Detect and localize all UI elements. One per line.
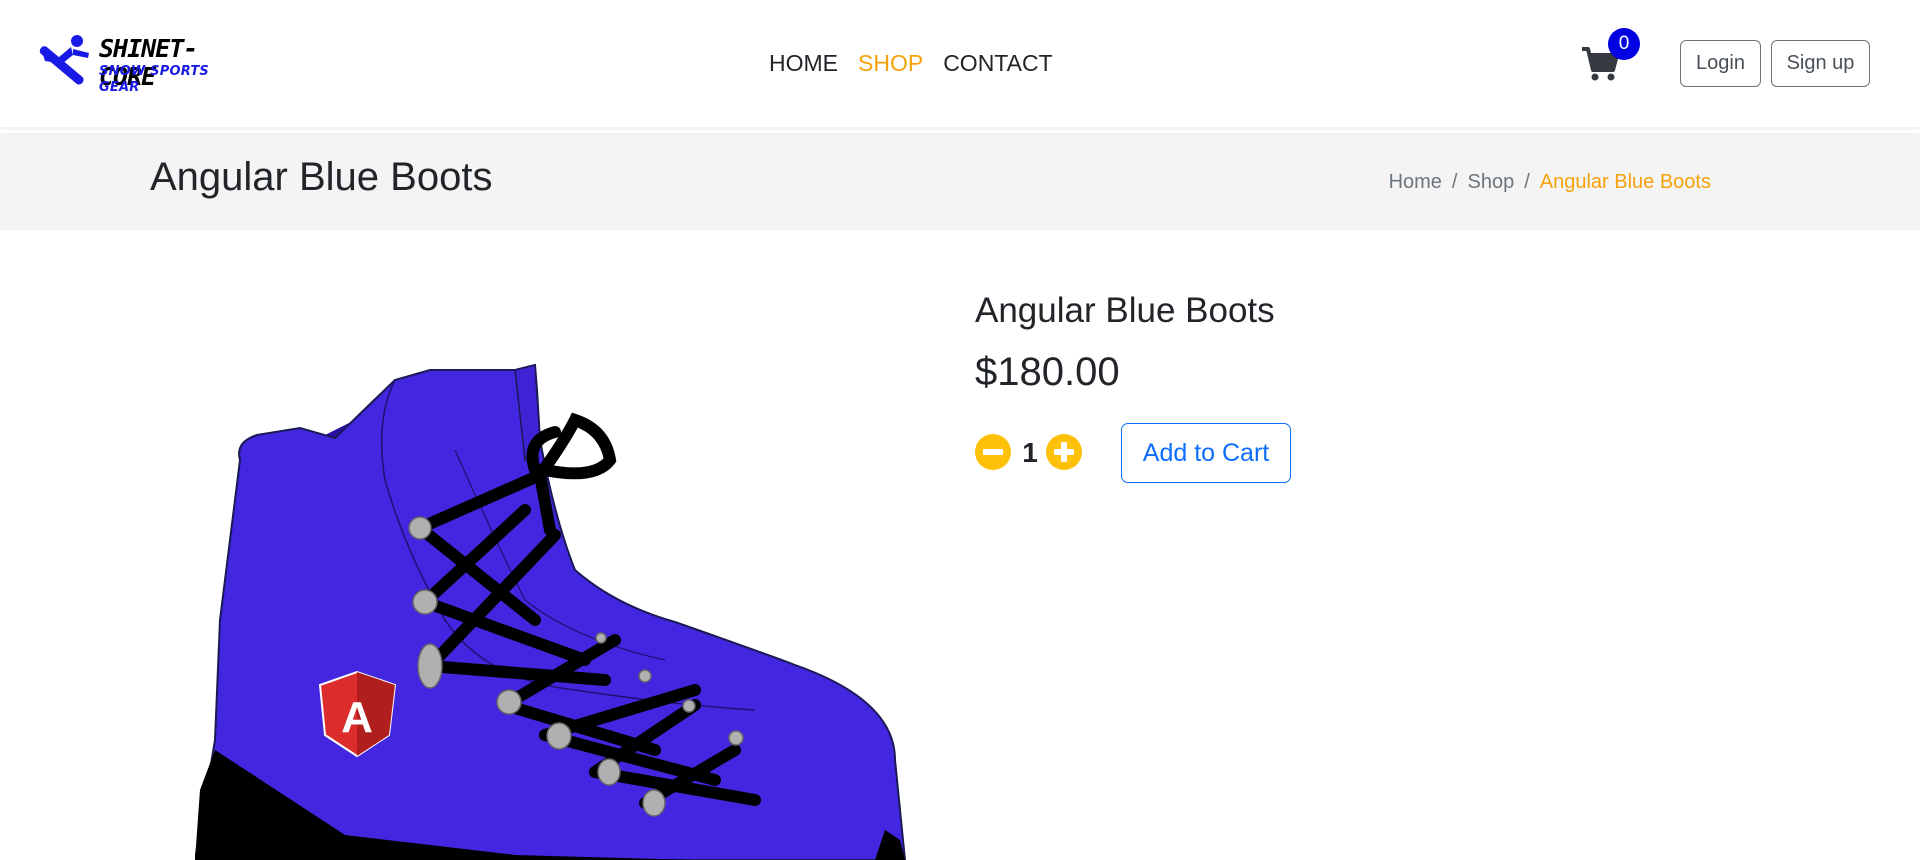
breadcrumb-current: Angular Blue Boots	[1539, 171, 1711, 193]
page-title: Angular Blue Boots	[150, 155, 493, 199]
product-name: Angular Blue Boots	[975, 291, 1275, 330]
nav-item-shop[interactable]: SHOP	[858, 50, 923, 77]
cart-button[interactable]: 0	[1580, 28, 1640, 84]
main-nav: HOME SHOP CONTACT	[769, 50, 1053, 77]
snowboarder-icon	[39, 35, 89, 85]
brand-tagline: SNOW SPORTS GEAR	[99, 64, 209, 95]
increase-quantity-button[interactable]	[1046, 434, 1082, 470]
svg-text:A: A	[341, 693, 373, 742]
nav-item-home[interactable]: HOME	[769, 50, 838, 77]
quantity-value: 1	[1022, 437, 1038, 468]
boot-illustration: A	[195, 363, 907, 860]
minus-icon	[983, 449, 1003, 455]
product-price: $180.00	[975, 350, 1120, 394]
signup-button[interactable]: Sign up	[1771, 40, 1870, 87]
navbar: SHINET-CORE SNOW SPORTS GEAR HOME SHOP C…	[0, 0, 1920, 127]
login-button[interactable]: Login	[1680, 40, 1761, 87]
page-header: Angular Blue Boots Home / Shop / Angular…	[0, 133, 1920, 230]
breadcrumb-shop[interactable]: Shop	[1467, 171, 1514, 194]
cart-count-badge: 0	[1608, 28, 1640, 60]
nav-item-contact[interactable]: CONTACT	[943, 50, 1052, 77]
add-to-cart-button[interactable]: Add to Cart	[1121, 423, 1291, 483]
breadcrumb-separator: /	[1451, 171, 1458, 193]
breadcrumb: Home / Shop / Angular Blue Boots	[1389, 171, 1711, 194]
decrease-quantity-button[interactable]	[975, 434, 1011, 470]
breadcrumb-home[interactable]: Home	[1389, 171, 1442, 194]
breadcrumb-separator: /	[1524, 171, 1530, 193]
product-image: A	[195, 360, 935, 860]
brand-logo[interactable]: SHINET-CORE SNOW SPORTS GEAR	[33, 33, 248, 95]
